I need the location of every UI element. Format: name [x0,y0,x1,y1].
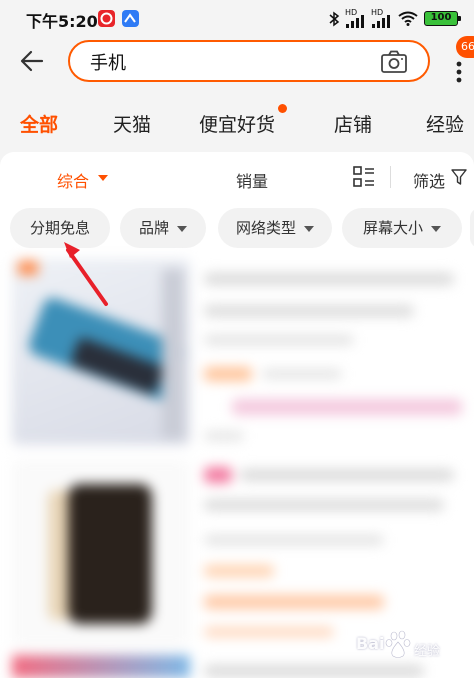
product-list [0,255,474,678]
list-view-toggle-icon[interactable] [353,166,375,188]
product-title-placeholder [240,469,454,481]
chip-label: 屏幕大小 [362,219,423,237]
product-meta-placeholder [204,335,354,345]
new-dot-badge [278,104,287,113]
signal-icon-2 [372,15,390,28]
signal-icon [346,15,364,28]
more-vertical-icon[interactable] [455,60,463,84]
product-meta-placeholder [262,369,342,379]
annotation-arrow-icon [64,242,108,306]
product-meta-placeholder [204,535,384,545]
chip-partial[interactable] [470,208,474,248]
product-tag-placeholder [204,565,274,577]
product-image[interactable] [12,460,190,646]
chip-brand[interactable]: 品牌 [120,208,206,248]
product-meta-placeholder [204,627,334,637]
app-notification-icon-2 [122,10,139,27]
filter-funnel-icon[interactable] [451,169,467,185]
watermark-text: Bai [356,634,385,653]
bluetooth-icon [329,11,340,27]
tab-experience[interactable]: 经验 [426,110,464,137]
camera-icon[interactable] [380,50,408,74]
caret-down-icon [304,225,314,232]
sort-sales[interactable]: 销量 [236,168,268,192]
tab-stores[interactable]: 店铺 [334,110,372,137]
product-title-placeholder [204,499,444,511]
chip-screen-size[interactable]: 屏幕大小 [342,208,462,248]
product-title-placeholder [204,305,414,317]
notification-badge: 66 [456,36,474,58]
chip-label: 品牌 [138,219,169,237]
battery-indicator: 100 [424,11,461,26]
filter-button[interactable]: 筛选 [413,168,445,192]
status-bar: 下午5:20 HD HD 100 [0,0,474,36]
product-tag-placeholder [204,367,252,381]
caret-down-icon [177,225,187,232]
chip-label: 网络类型 [235,219,296,237]
chip-label: 分期免息 [29,219,90,237]
product-tag-placeholder [204,467,232,483]
status-time: 下午5:20 [26,12,98,31]
product-image [12,655,190,678]
tab-tmall[interactable]: 天猫 [113,110,151,137]
back-arrow-icon[interactable] [18,48,46,74]
search-input[interactable] [88,48,352,76]
wifi-icon [398,11,418,26]
tab-bargain[interactable]: 便宜好货 [199,110,275,137]
product-promo-placeholder [232,399,462,415]
search-box[interactable] [68,40,430,82]
sort-comprehensive[interactable]: 综合 [57,168,89,192]
app-notification-icon [98,10,115,27]
tab-all[interactable]: 全部 [20,110,58,137]
divider [390,166,391,188]
caret-down-icon [431,225,441,232]
caret-down-icon [98,175,108,181]
product-title-placeholder [204,273,454,285]
product-meta-placeholder [204,431,244,441]
chip-network-type[interactable]: 网络类型 [218,208,332,248]
battery-level: 100 [430,12,452,23]
product-title-placeholder [204,665,424,677]
watermark-subtext: 经验 [414,644,441,659]
product-price-placeholder [204,595,384,609]
